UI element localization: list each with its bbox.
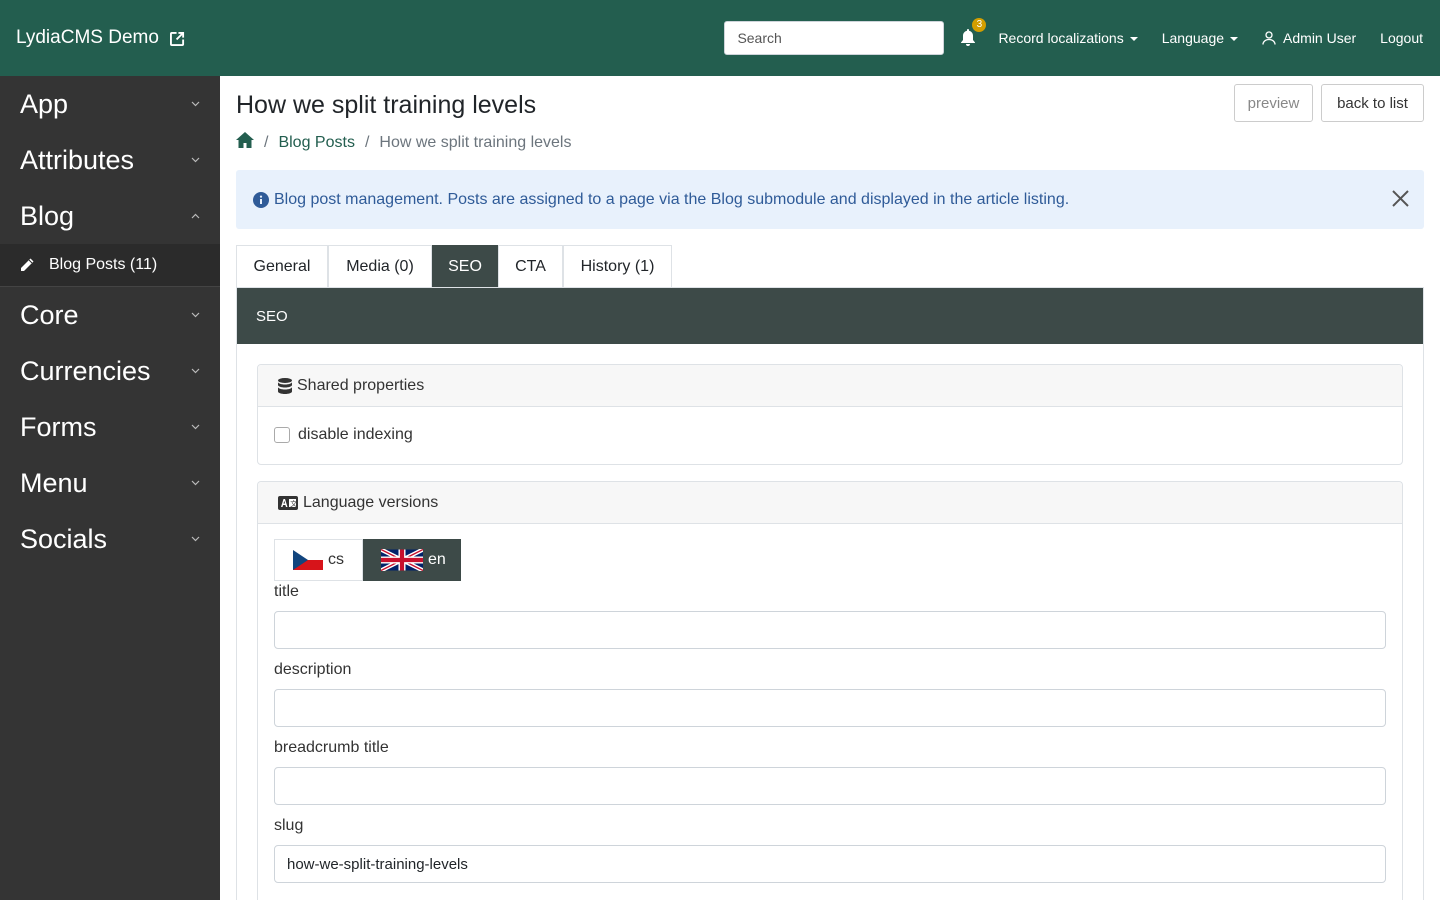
sidebar-item-blog-posts[interactable]: Blog Posts (11)	[0, 244, 220, 287]
czech-flag-icon	[293, 550, 323, 570]
sidebar-item-socials[interactable]: Socials	[0, 511, 220, 567]
home-icon[interactable]	[236, 132, 254, 153]
page-title: How we split training levels	[236, 91, 537, 119]
sidebar-item-label: Socials	[20, 523, 108, 554]
notification-badge: 3	[972, 18, 987, 32]
card-title: Language versions	[303, 493, 439, 511]
slug-input[interactable]	[274, 845, 1386, 883]
brand-title[interactable]: LydiaCMS Demo	[16, 27, 159, 49]
disable-indexing-row[interactable]: disable indexing	[274, 426, 413, 444]
tab-general[interactable]: General	[236, 245, 328, 288]
search-input[interactable]	[724, 21, 945, 55]
notifications-button[interactable]: 3	[958, 18, 987, 50]
seo-panel: SEO Shared properties disable indexing 文…	[236, 287, 1424, 900]
breadcrumb-blog-posts[interactable]: Blog Posts	[278, 134, 354, 152]
title-label: title	[274, 583, 299, 600]
panel-title: SEO	[237, 288, 1423, 344]
brand[interactable]: LydiaCMS Demo	[16, 27, 185, 49]
sidebar-item-app[interactable]: App	[0, 76, 220, 132]
slug-label: slug	[274, 817, 304, 834]
alert-text: Blog post management. Posts are assigned…	[274, 190, 1070, 208]
language-versions-card: 文 Language versions cs en title descript…	[257, 481, 1403, 900]
record-localizations-label: Record localizations	[998, 30, 1124, 46]
breadcrumb-title-input[interactable]	[274, 767, 1386, 805]
sidebar-item-core[interactable]: Core	[0, 287, 220, 343]
breadcrumb-title-label: breadcrumb title	[274, 739, 389, 756]
language-dropdown[interactable]: Language	[1161, 30, 1239, 46]
language-tabs: cs en	[274, 539, 461, 581]
caret-down-icon	[1129, 37, 1138, 41]
caret-down-icon	[1230, 37, 1239, 41]
record-localizations-dropdown[interactable]: Record localizations	[998, 30, 1138, 46]
sidebar-item-label: Core	[20, 299, 79, 330]
sidebar-item-label: Currencies	[20, 355, 151, 386]
bell-icon	[961, 29, 976, 46]
language-icon: 文	[278, 495, 298, 510]
sidebar-item-label: Forms	[20, 411, 97, 442]
tab-media[interactable]: Media (0)	[328, 245, 432, 288]
sidebar-item-blog[interactable]: Blog	[0, 188, 220, 244]
title-input[interactable]	[274, 611, 1386, 649]
breadcrumb: / Blog Posts / How we split training lev…	[236, 132, 571, 153]
lang-tab-cs[interactable]: cs	[274, 539, 363, 581]
pencil-icon	[19, 257, 35, 273]
user-icon	[1262, 31, 1276, 45]
lang-tab-label: en	[428, 551, 446, 568]
sidebar-item-attributes[interactable]: Attributes	[0, 132, 220, 188]
sidebar-item-currencies[interactable]: Currencies	[0, 343, 220, 399]
sidebar-item-label: Blog Posts (11)	[49, 256, 158, 273]
breadcrumb-current: How we split training levels	[379, 133, 572, 151]
shared-properties-card: Shared properties disable indexing	[257, 364, 1403, 465]
uk-flag-icon	[381, 549, 423, 571]
user-menu[interactable]: Admin User	[1262, 30, 1356, 46]
chevron-down-icon	[191, 368, 200, 374]
top-navbar: LydiaCMS Demo 3 Record localizations Lan…	[0, 0, 1440, 76]
card-title: Shared properties	[297, 376, 425, 394]
close-icon[interactable]	[1391, 189, 1410, 208]
preview-button[interactable]: preview	[1234, 84, 1313, 122]
back-to-list-button[interactable]: back to list	[1321, 84, 1424, 122]
disable-indexing-checkbox[interactable]	[274, 427, 290, 443]
checkbox-label: disable indexing	[298, 426, 413, 443]
lang-tab-label: cs	[328, 551, 344, 568]
tab-cta[interactable]: CTA	[498, 245, 563, 288]
external-link-icon[interactable]	[169, 31, 185, 46]
chevron-down-icon	[191, 480, 200, 486]
sidebar-item-menu[interactable]: Menu	[0, 455, 220, 511]
chevron-down-icon	[191, 157, 200, 163]
chevron-down-icon	[191, 424, 200, 430]
svg-text:文: 文	[290, 499, 297, 508]
user-name: Admin User	[1283, 30, 1357, 46]
info-circle-icon	[253, 191, 269, 208]
sidebar-item-forms[interactable]: Forms	[0, 399, 220, 455]
breadcrumb-separator: /	[364, 133, 370, 151]
logout-link[interactable]: Logout	[1380, 30, 1423, 46]
lang-tab-en[interactable]: en	[363, 539, 461, 581]
database-icon	[278, 377, 292, 394]
chevron-down-icon	[191, 101, 200, 107]
sidebar-item-label: Menu	[20, 467, 88, 498]
chevron-down-icon	[191, 312, 200, 318]
tab-bar: General Media (0) SEO CTA History (1)	[236, 245, 672, 288]
sidebar-item-label: Blog	[20, 200, 75, 231]
breadcrumb-separator: /	[264, 133, 269, 151]
description-input[interactable]	[274, 689, 1386, 727]
description-label: description	[274, 661, 352, 678]
sidebar-item-label: App	[20, 88, 69, 119]
sidebar-item-label: Attributes	[20, 144, 135, 175]
tab-history[interactable]: History (1)	[563, 245, 672, 288]
tab-seo[interactable]: SEO	[432, 245, 498, 288]
info-alert: Blog post management. Posts are assigned…	[236, 170, 1424, 229]
chevron-down-icon	[191, 536, 200, 542]
sidebar: App Attributes Blog Blog Posts (11) Core…	[0, 76, 220, 900]
chevron-up-icon	[191, 213, 200, 219]
language-label: Language	[1161, 30, 1225, 46]
